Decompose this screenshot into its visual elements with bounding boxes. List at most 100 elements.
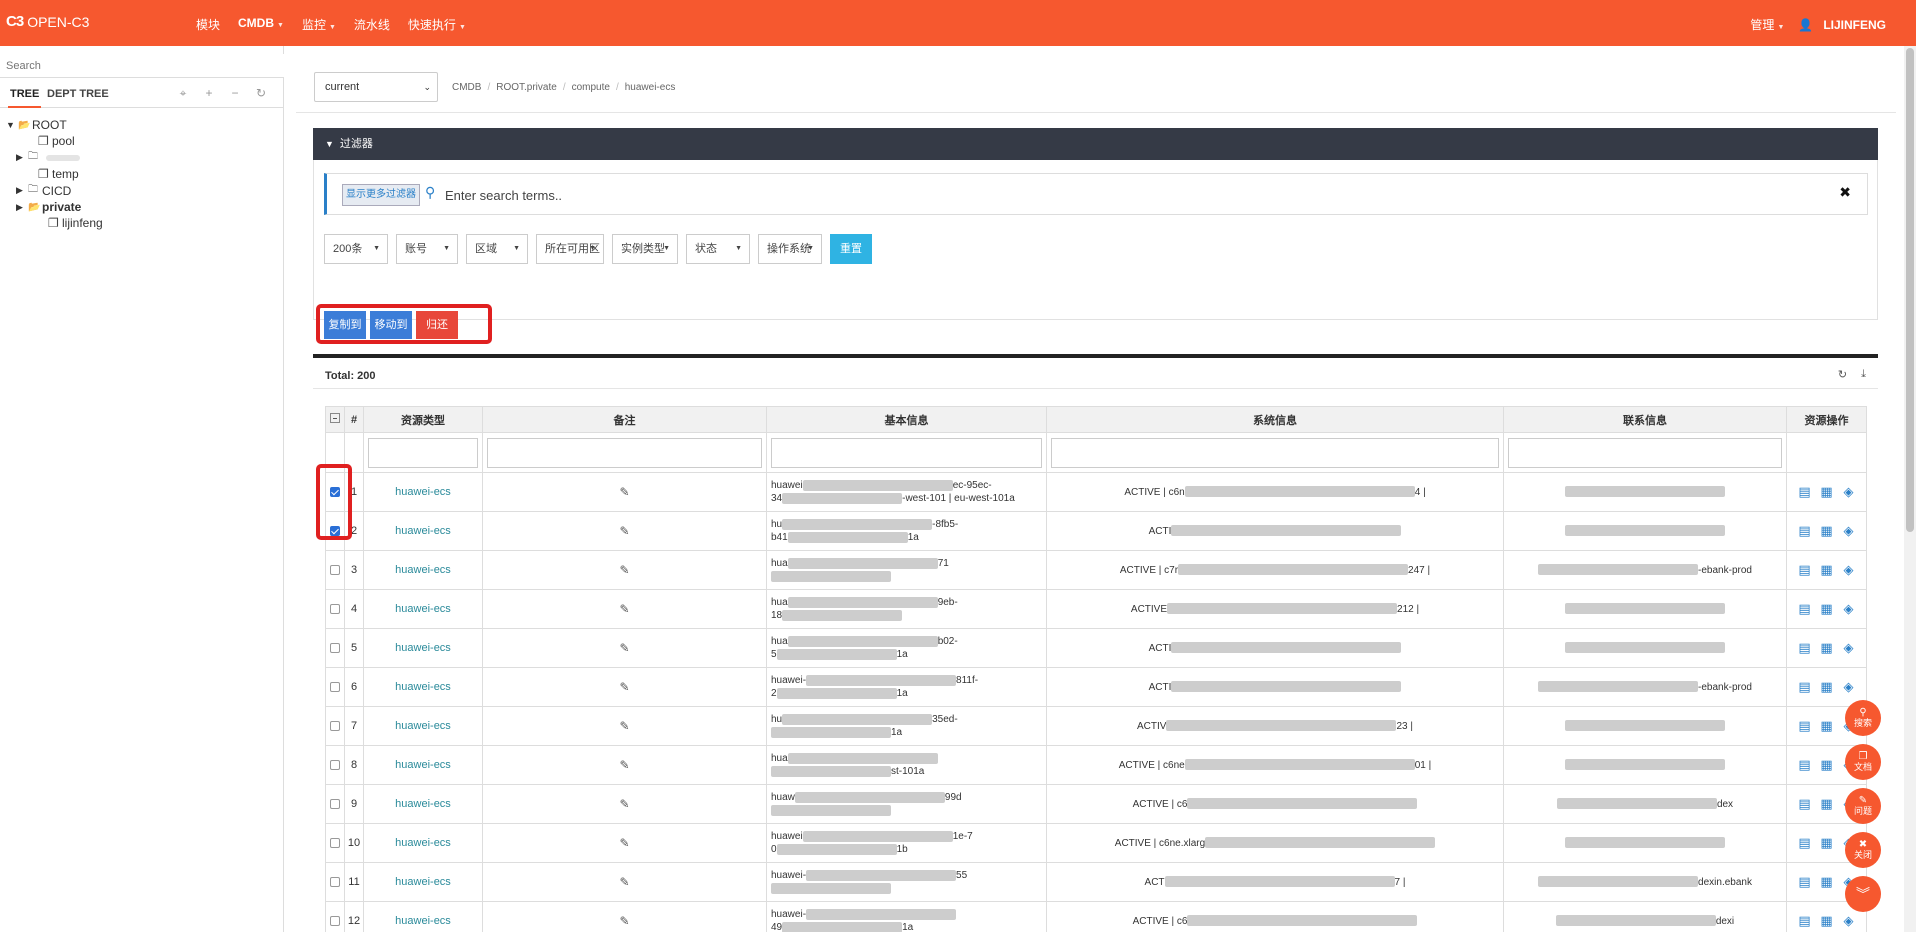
tab-dept-tree[interactable]: DEPT TREE — [47, 88, 109, 100]
tree-search-input[interactable] — [0, 54, 284, 78]
edit-icon[interactable]: ✎ — [619, 485, 629, 499]
resource-type-link[interactable]: huawei-ecs — [395, 681, 451, 693]
caret-right-icon[interactable]: ▶ — [16, 202, 28, 213]
filter-dropdown[interactable]: 状态 ▼ — [686, 234, 750, 264]
filter-dropdown[interactable]: 账号 ▼ — [396, 234, 458, 264]
edit-icon[interactable]: ✎ — [619, 719, 629, 733]
column-filter-input[interactable] — [1051, 437, 1499, 468]
tree-node[interactable]: ▼ 📂 ROOT — [6, 116, 67, 134]
tag-icon[interactable]: ◈ — [1838, 484, 1860, 500]
filter-dropdown[interactable]: 200条 ▼ — [324, 234, 388, 264]
resource-type-link[interactable]: huawei-ecs — [395, 759, 451, 771]
tag-icon[interactable]: ◈ — [1838, 562, 1860, 578]
nav-item[interactable]: 模块 — [196, 16, 220, 33]
detail-icon[interactable]: ▦ — [1816, 757, 1838, 773]
detail-icon[interactable]: ▦ — [1816, 640, 1838, 656]
column-filter-input[interactable] — [1508, 437, 1782, 468]
resource-type-link[interactable]: huawei-ecs — [395, 486, 451, 498]
download-icon[interactable]: ⤓ — [1861, 368, 1866, 381]
tag-icon[interactable]: ◈ — [1838, 601, 1860, 617]
brand[interactable]: C3 OPEN-C3 — [6, 13, 89, 30]
row-checkbox[interactable] — [330, 916, 340, 927]
page-scrollbar[interactable] — [1904, 46, 1916, 932]
row-checkbox[interactable] — [330, 643, 340, 654]
resource-type-link[interactable]: huawei-ecs — [395, 564, 451, 576]
tree-node[interactable]: ❐ pool — [26, 132, 75, 150]
detail-icon[interactable]: ▦ — [1816, 835, 1838, 851]
reset-button[interactable]: 重置 — [830, 234, 872, 264]
column-filter-input[interactable] — [368, 437, 478, 468]
detail-icon[interactable]: ▦ — [1816, 601, 1838, 617]
select-all-cell[interactable] — [325, 406, 345, 433]
resource-type-link[interactable]: huawei-ecs — [395, 798, 451, 810]
detail-icon[interactable]: ▦ — [1816, 484, 1838, 500]
caret-down-icon[interactable]: ▼ — [6, 120, 18, 130]
user-menu[interactable]: LIJINFENG — [1823, 18, 1886, 32]
nav-item[interactable]: CMDB ▼ — [238, 16, 284, 33]
row-checkbox[interactable] — [330, 838, 340, 849]
monitor-icon[interactable]: ▤ — [1794, 562, 1816, 578]
scrollbar-thumb[interactable] — [1906, 48, 1914, 532]
breadcrumb-item[interactable]: ROOT.private — [496, 82, 557, 93]
edit-icon[interactable]: ✎ — [619, 836, 629, 850]
detail-icon[interactable]: ▦ — [1816, 796, 1838, 812]
detail-icon[interactable]: ▦ — [1816, 562, 1838, 578]
tree-node[interactable]: ▶ 🗀 — [16, 149, 80, 167]
monitor-icon[interactable]: ▤ — [1794, 718, 1816, 734]
edit-icon[interactable]: ✎ — [619, 563, 629, 577]
breadcrumb-item[interactable]: compute — [572, 82, 610, 93]
refresh-icon[interactable]: ↻ — [1838, 368, 1847, 381]
row-select-cell[interactable] — [325, 862, 345, 902]
filter-dropdown[interactable]: 所在可用区 ▼ — [536, 234, 604, 264]
env-select[interactable]: current ⌄ — [314, 72, 438, 102]
caret-right-icon[interactable]: ▶ — [16, 152, 28, 163]
resource-type-link[interactable]: huawei-ecs — [395, 720, 451, 732]
locate-icon[interactable]: ⌖ — [170, 86, 196, 101]
add-icon[interactable]: + — [196, 86, 222, 101]
row-select-cell[interactable] — [325, 784, 345, 824]
row-select-cell[interactable] — [325, 589, 345, 629]
monitor-icon[interactable]: ▤ — [1794, 796, 1816, 812]
row-select-cell[interactable] — [325, 901, 345, 932]
tree-node[interactable]: ▶ 🗀 CICD — [16, 182, 71, 200]
float-button[interactable]: ❐ 文档 — [1845, 744, 1881, 780]
tab-tree[interactable]: TREE — [7, 88, 42, 108]
monitor-icon[interactable]: ▤ — [1794, 484, 1816, 500]
float-button[interactable]: ︾ — [1845, 876, 1881, 912]
resource-type-link[interactable]: huawei-ecs — [395, 915, 451, 927]
monitor-icon[interactable]: ▤ — [1794, 874, 1816, 890]
resource-type-link[interactable]: huawei-ecs — [395, 642, 451, 654]
row-select-cell[interactable] — [325, 706, 345, 746]
edit-icon[interactable]: ✎ — [619, 797, 629, 811]
caret-right-icon[interactable]: ▶ — [16, 185, 28, 196]
row-select-cell[interactable] — [325, 628, 345, 668]
row-select-cell[interactable] — [325, 550, 345, 590]
breadcrumb-item[interactable]: CMDB — [452, 82, 481, 93]
tree-node[interactable]: ❐ temp — [26, 165, 79, 183]
row-checkbox[interactable] — [330, 760, 340, 771]
tree-node[interactable]: ▶ 📂 private — [16, 198, 81, 216]
edit-icon[interactable]: ✎ — [619, 524, 629, 538]
row-checkbox[interactable] — [330, 565, 340, 576]
detail-icon[interactable]: ▦ — [1816, 874, 1838, 890]
tag-icon[interactable]: ◈ — [1838, 913, 1860, 929]
filter-dropdown[interactable]: 实例类型 ▼ — [612, 234, 678, 264]
search-input[interactable] — [445, 184, 1645, 206]
edit-icon[interactable]: ✎ — [619, 680, 629, 694]
monitor-icon[interactable]: ▤ — [1794, 757, 1816, 773]
detail-icon[interactable]: ▦ — [1816, 913, 1838, 929]
resource-type-link[interactable]: huawei-ecs — [395, 876, 451, 888]
tag-icon[interactable]: ◈ — [1838, 679, 1860, 695]
copy-to-button[interactable]: 复制到 — [324, 311, 366, 339]
close-icon[interactable]: ✖ — [1839, 184, 1851, 201]
edit-icon[interactable]: ✎ — [619, 914, 629, 928]
minus-icon[interactable]: − — [222, 86, 248, 101]
detail-icon[interactable]: ▦ — [1816, 523, 1838, 539]
float-button[interactable]: ✎ 问题 — [1845, 788, 1881, 824]
refresh-icon[interactable]: ↻ — [248, 86, 274, 101]
edit-icon[interactable]: ✎ — [619, 758, 629, 772]
edit-icon[interactable]: ✎ — [619, 641, 629, 655]
filter-dropdown[interactable]: 操作系统 ▼ — [758, 234, 822, 264]
detail-icon[interactable]: ▦ — [1816, 718, 1838, 734]
column-filter-input[interactable] — [771, 437, 1042, 468]
